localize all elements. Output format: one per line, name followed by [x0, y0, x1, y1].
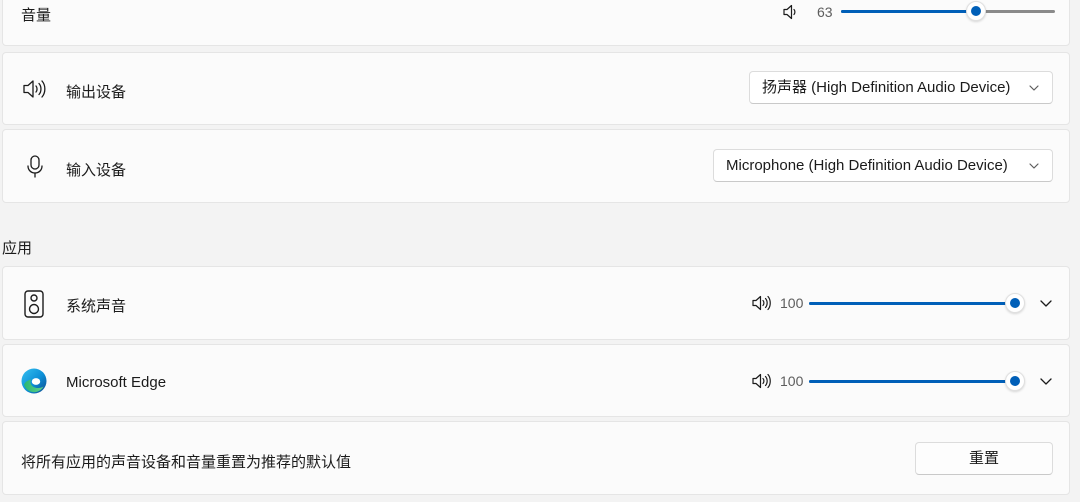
output-device-label: 输出设备: [66, 84, 127, 101]
output-device-card: 输出设备 扬声器 (High Definition Audio Device): [2, 52, 1070, 125]
app-row[interactable]: 系统声音 100: [2, 266, 1070, 340]
reset-button[interactable]: 重置: [915, 442, 1053, 475]
volume-card: 音量 63: [2, 0, 1070, 46]
output-device-dropdown[interactable]: 扬声器 (High Definition Audio Device): [749, 71, 1053, 104]
app-volume-value: 100: [780, 295, 804, 311]
slider-fill: [809, 302, 1015, 305]
input-device-selected: Microphone (High Definition Audio Device…: [726, 157, 1008, 174]
apps-section-title: 应用: [2, 240, 33, 257]
speaker-icon: [23, 80, 46, 98]
slider-thumb[interactable]: [1005, 371, 1025, 391]
app-name: 系统声音: [66, 298, 127, 315]
volume-value: 63: [817, 4, 833, 20]
reset-card: 将所有应用的声音设备和音量重置为推荐的默认值 重置: [2, 421, 1070, 495]
app-name: Microsoft Edge: [66, 374, 167, 391]
volume-slider-thumb[interactable]: [965, 1, 986, 21]
output-device-selected: 扬声器 (High Definition Audio Device): [762, 79, 1011, 96]
slider-fill: [809, 380, 1015, 383]
chevron-down-icon[interactable]: [1039, 296, 1053, 310]
system-sounds-icon: [24, 290, 44, 318]
slider-thumb[interactable]: [1005, 293, 1025, 313]
edge-icon: [21, 368, 47, 394]
microphone-icon: [27, 155, 43, 178]
reset-description: 将所有应用的声音设备和音量重置为推荐的默认值: [21, 454, 352, 471]
input-device-card: 输入设备 Microphone (High Definition Audio D…: [2, 129, 1070, 203]
input-device-dropdown[interactable]: Microphone (High Definition Audio Device…: [713, 149, 1053, 182]
app-volume-value: 100: [780, 373, 804, 389]
app-row[interactable]: Microsoft Edge 100: [2, 344, 1070, 417]
speaker-icon[interactable]: [751, 293, 771, 313]
app-volume-slider[interactable]: [809, 371, 1025, 391]
speaker-icon[interactable]: [781, 2, 801, 22]
speaker-icon[interactable]: [751, 371, 771, 391]
volume-slider[interactable]: [841, 1, 1055, 21]
volume-slider-fill: [841, 10, 976, 13]
volume-label: 音量: [21, 7, 52, 24]
app-volume-slider[interactable]: [809, 293, 1025, 313]
input-device-label: 输入设备: [66, 162, 127, 179]
chevron-down-icon: [1029, 85, 1039, 91]
chevron-down-icon[interactable]: [1039, 374, 1053, 388]
chevron-down-icon: [1029, 163, 1039, 169]
